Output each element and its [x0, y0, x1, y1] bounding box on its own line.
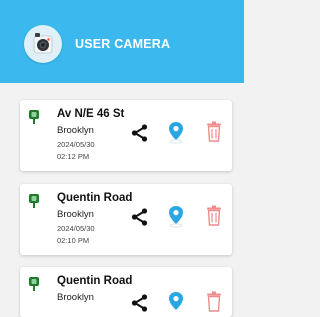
delete-button[interactable]	[203, 120, 225, 142]
map-marker-icon	[169, 122, 183, 144]
location-pin-icon	[29, 194, 39, 208]
record-time: 02:10 PM	[57, 236, 90, 245]
borough-name: Brooklyn	[57, 209, 94, 220]
map-location-button[interactable]	[165, 120, 187, 144]
borough-name: Brooklyn	[57, 292, 94, 303]
location-pin-icon	[29, 277, 39, 291]
map-location-button[interactable]	[165, 204, 187, 228]
share-button[interactable]	[129, 292, 151, 314]
map-marker-icon	[169, 292, 183, 310]
delete-button[interactable]	[203, 204, 225, 226]
camera-icon	[24, 25, 62, 63]
street-name: Quentin Road	[57, 192, 133, 204]
share-icon	[131, 124, 148, 142]
street-name: Av N/E 46 St	[57, 108, 125, 120]
app-header: USER CAMERA	[0, 0, 244, 83]
street-name: Quentin Road	[57, 275, 133, 287]
share-icon	[131, 294, 148, 312]
page-title: USER CAMERA	[75, 37, 171, 51]
trash-icon	[207, 291, 221, 312]
record-date: 2024/05/30	[57, 140, 95, 149]
record-card[interactable]: Av N/E 46 St Brooklyn 2024/05/30 02:12 P…	[20, 100, 232, 171]
record-time: 02:12 PM	[57, 152, 90, 161]
share-icon	[131, 208, 148, 226]
record-date: 2024/05/30	[57, 224, 95, 233]
share-button[interactable]	[129, 206, 151, 228]
borough-name: Brooklyn	[57, 125, 94, 136]
trash-icon	[207, 121, 221, 142]
record-card[interactable]: Quentin Road Brooklyn 2024/05/30 02:10 P…	[20, 184, 232, 255]
trash-icon	[207, 205, 221, 226]
record-card[interactable]: Quentin Road Brooklyn	[20, 267, 232, 317]
location-pin-icon	[29, 110, 39, 124]
share-button[interactable]	[129, 122, 151, 144]
map-marker-icon	[169, 206, 183, 228]
